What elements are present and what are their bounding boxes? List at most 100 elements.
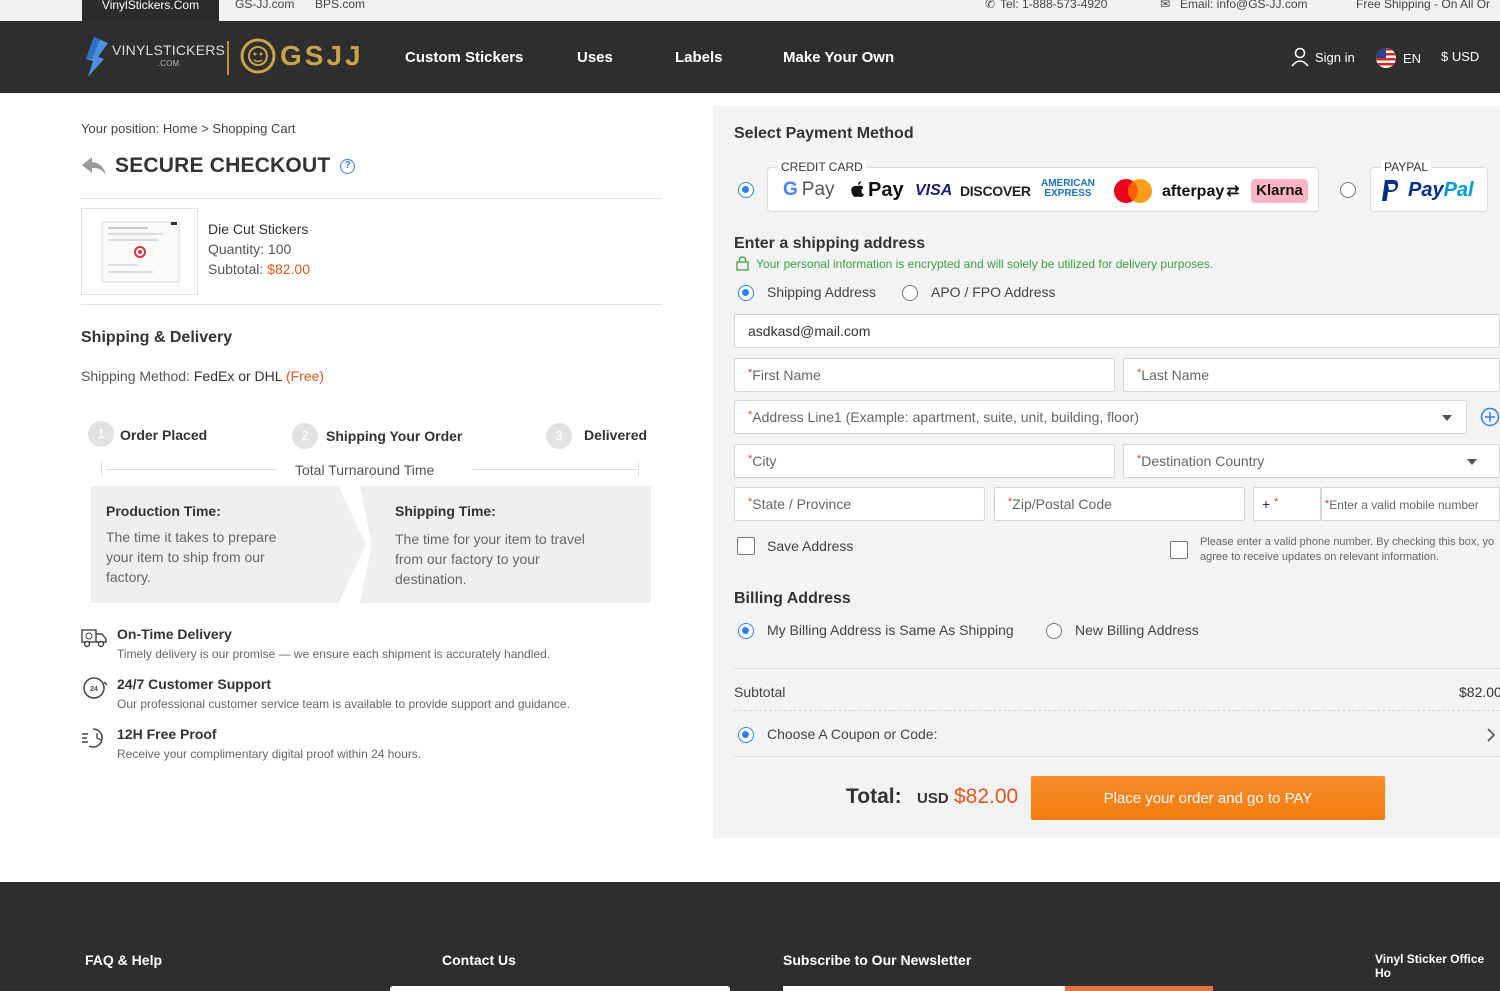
site-tab-bps[interactable]: BPS.com	[315, 0, 365, 11]
shipping-address-label[interactable]: Shipping Address	[767, 284, 876, 300]
shipping-address-radio[interactable]	[738, 285, 754, 301]
google-pay-icon: G Pay	[783, 179, 835, 200]
footer-contact-us[interactable]: Contact Us	[442, 952, 516, 968]
destination-country-select[interactable]: *Destination Country	[1123, 444, 1500, 478]
secure-note: Your personal information is encrypted a…	[735, 256, 1213, 271]
nav-make-your-own[interactable]: Make Your Own	[783, 49, 894, 66]
turnaround-label: Total Turnaround Time	[295, 462, 435, 478]
place-order-button[interactable]: Place your order and go to PAY	[1031, 776, 1385, 820]
footer-faq-help[interactable]: FAQ & Help	[85, 952, 162, 968]
mastercard-icon	[1114, 179, 1152, 203]
help-icon[interactable]: ?	[340, 158, 356, 174]
phone-prefix-field[interactable]: + *	[1253, 487, 1321, 521]
user-icon	[1291, 47, 1309, 67]
sms-consent-text: Please enter a valid phone number. By ch…	[1200, 536, 1495, 563]
site-footer: FAQ & Help Contact Us Subscribe to Our N…	[0, 882, 1500, 991]
footer-newsletter-heading: Subscribe to Our Newsletter	[783, 952, 972, 968]
footer-field-edge	[390, 986, 730, 991]
mail-icon: ✉	[1160, 0, 1171, 11]
new-billing-label[interactable]: New Billing Address	[1075, 622, 1199, 638]
site-tab-vinylstickers[interactable]: VinylStickers.Com	[82, 0, 219, 21]
turnaround-timeline: Total Turnaround Time	[96, 462, 641, 478]
chevron-down-icon	[1467, 459, 1477, 465]
step-number: 3	[546, 423, 572, 449]
production-time-box: Production Time: The time it takes to pr…	[91, 486, 366, 603]
lock-icon	[736, 256, 749, 271]
paypal-radio[interactable]	[1340, 182, 1356, 198]
site-tab-gsjj[interactable]: GS-JJ.com	[235, 0, 294, 11]
nav-uses[interactable]: Uses	[577, 49, 613, 66]
product-info: Die Cut Stickers Quantity: 100 Subtotal:…	[208, 219, 310, 279]
last-name-field[interactable]: *Last Name	[1123, 358, 1500, 392]
new-billing-radio[interactable]	[1046, 623, 1062, 639]
zip-code-field[interactable]: *Zip/Postal Code	[994, 487, 1245, 521]
total-label: Total:	[846, 785, 902, 808]
billing-same-label[interactable]: My Billing Address is Same As Shipping	[767, 622, 1014, 638]
sms-consent-checkbox[interactable]	[1170, 541, 1188, 559]
language-label: EN	[1403, 50, 1422, 66]
breadcrumb: Your position: Home > Shopping Cart	[81, 121, 296, 136]
contact-email[interactable]: Email: info@GS-JJ.com	[1180, 0, 1308, 11]
product-thumbnail[interactable]	[81, 208, 198, 295]
step-label: Shipping Your Order	[326, 428, 463, 444]
total-currency: USD	[917, 790, 949, 807]
chevron-down-icon	[1442, 415, 1452, 421]
paypal-option[interactable]: PAYPAL PayPal	[1370, 160, 1488, 212]
currency-selector[interactable]: $ USD	[1441, 49, 1479, 64]
address-line1-field[interactable]: *Address Line1 (Example: apartment, suit…	[734, 400, 1467, 434]
billing-same-radio[interactable]	[738, 623, 754, 639]
paypal-legend: PAYPAL	[1381, 160, 1432, 174]
feature-desc: Receive your complimentary digital proof…	[117, 747, 422, 761]
first-name-field[interactable]: *First Name	[734, 358, 1115, 392]
product-name: Die Cut Stickers	[208, 221, 309, 237]
gsjj-logo-text: GSJJ	[280, 40, 364, 71]
paypal-icon: PayPal	[1408, 179, 1474, 201]
add-address-line-icon[interactable]	[1480, 407, 1500, 427]
payment-method-heading: Select Payment Method	[734, 125, 914, 142]
feature-title: 24/7 Customer Support	[117, 676, 272, 692]
gsjj-logo[interactable]: GSJJ	[240, 38, 364, 74]
top-strip: VinylStickers.Com GS-JJ.com BPS.com ✆ Te…	[0, 0, 1500, 21]
visa-icon: VISA	[915, 182, 953, 199]
step-number: 2	[292, 423, 318, 449]
step-label: Delivered	[584, 427, 648, 443]
chevron-right-icon[interactable]	[1486, 728, 1496, 742]
vinylstickers-logo[interactable]: VINYLSTICKERS .COM	[84, 37, 225, 77]
subtotal-value: $82.00	[1459, 684, 1500, 700]
newsletter-input[interactable]	[783, 986, 1065, 991]
product-quantity: Quantity: 100	[208, 241, 292, 257]
credit-card-option[interactable]: CREDIT CARD G Pay Pay VISA DISCOVER AMERI…	[767, 160, 1319, 212]
step-number: 1	[88, 421, 114, 447]
city-field[interactable]: *City	[734, 444, 1115, 478]
feature-title: 12H Free Proof	[117, 726, 217, 742]
contact-phone[interactable]: Tel: 1-888-573-4920	[1000, 0, 1107, 11]
feature-title: On-Time Delivery	[117, 626, 232, 642]
sign-in-label: Sign in	[1315, 49, 1355, 65]
back-arrow-icon[interactable]	[81, 155, 107, 177]
shipping-delivery-heading: Shipping & Delivery	[81, 329, 233, 346]
newsletter-submit-button[interactable]	[1065, 986, 1213, 991]
credit-card-radio[interactable]	[738, 182, 754, 198]
language-selector[interactable]: EN	[1375, 47, 1421, 69]
amex-icon: AMERICAN EXPRESS	[1041, 178, 1095, 199]
coupon-label[interactable]: Choose A Coupon or Code:	[767, 726, 937, 742]
email-field[interactable]: asdkasd@mail.com	[734, 314, 1500, 348]
svg-text:24: 24	[90, 686, 98, 693]
nav-custom-stickers[interactable]: Custom Stickers	[405, 49, 523, 66]
production-time-title: Production Time:	[106, 503, 221, 519]
logo-divider	[227, 41, 229, 75]
nav-labels[interactable]: Labels	[675, 49, 723, 66]
sign-in-link[interactable]: Sign in	[1290, 47, 1355, 67]
apo-fpo-radio[interactable]	[902, 285, 918, 301]
state-province-field[interactable]: *State / Province	[734, 487, 985, 521]
divider	[734, 710, 1500, 711]
apo-fpo-label[interactable]: APO / FPO Address	[931, 284, 1056, 300]
us-flag-icon	[1376, 48, 1396, 68]
save-address-label[interactable]: Save Address	[767, 538, 853, 554]
mobile-number-field[interactable]: *Enter a valid mobile number	[1321, 487, 1500, 521]
coupon-radio[interactable]	[738, 727, 754, 743]
discover-icon: DISCOVER	[960, 183, 1031, 199]
feature-desc: Timely delivery is our promise — we ensu…	[117, 647, 551, 661]
product-subtotal: Subtotal: $82.00	[208, 261, 310, 277]
save-address-checkbox[interactable]	[737, 537, 755, 555]
